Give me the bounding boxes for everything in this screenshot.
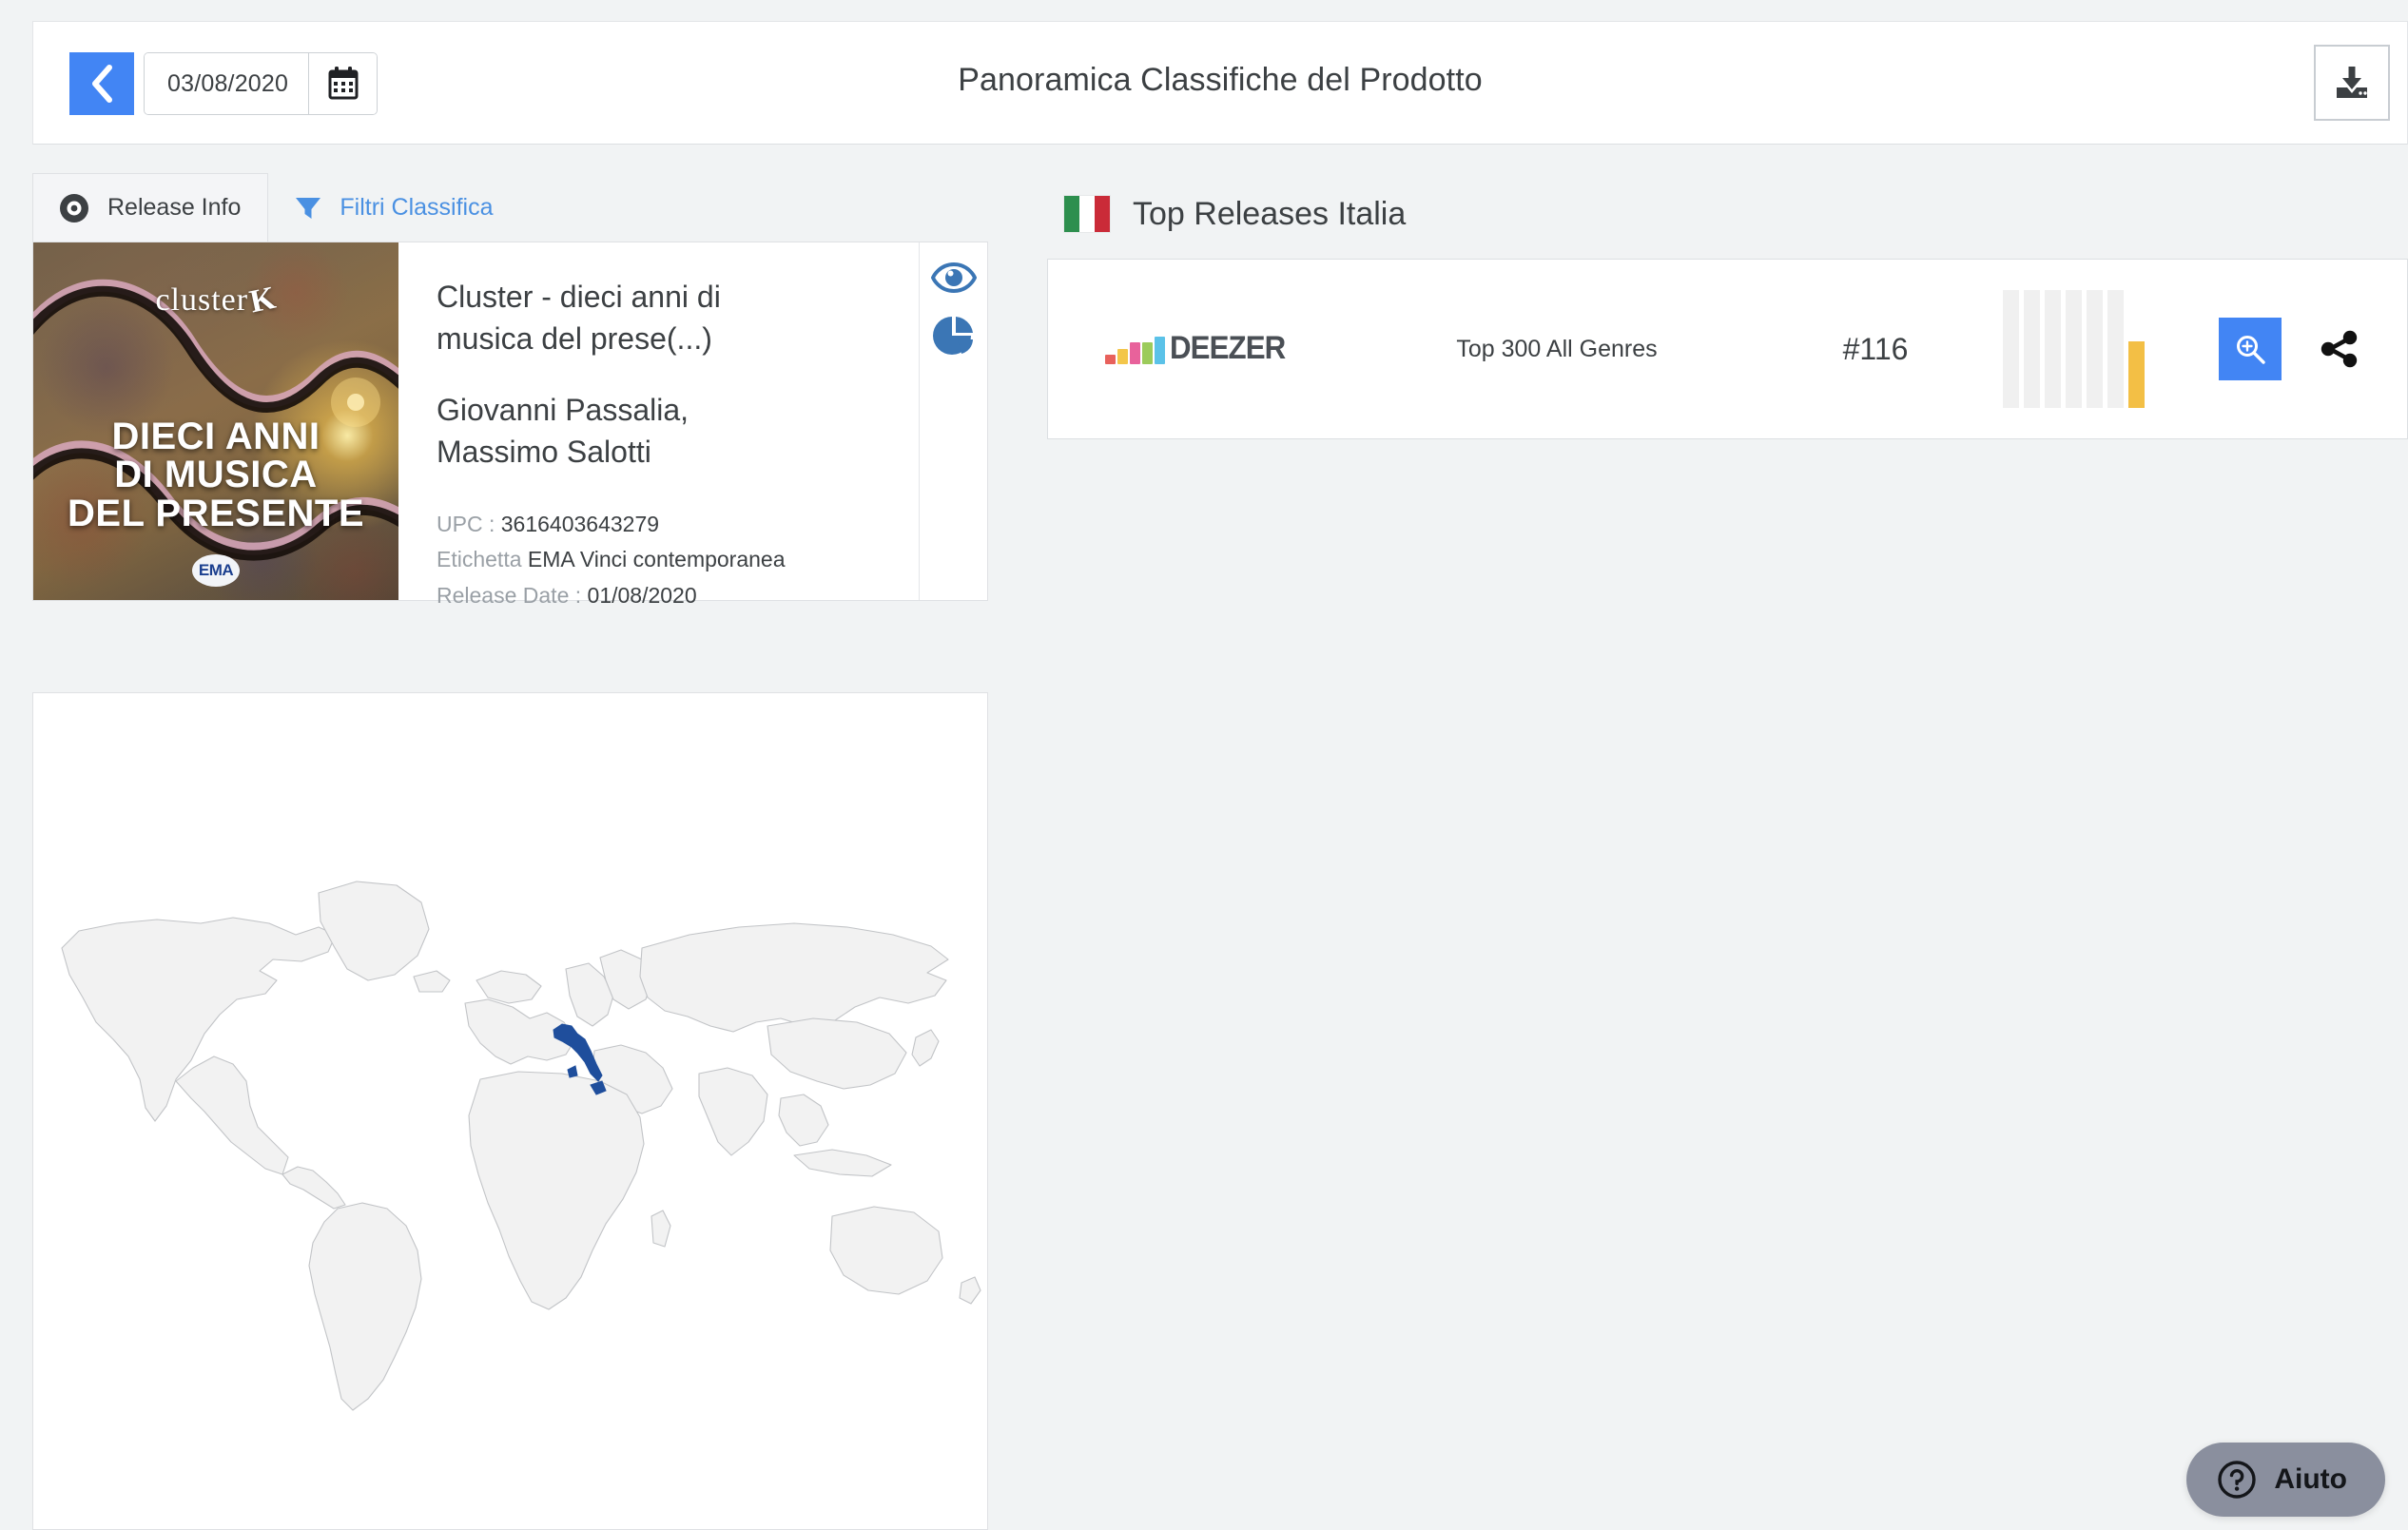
release-date-label: Release Date : xyxy=(437,582,582,608)
disc-icon xyxy=(60,193,88,223)
album-cover-title-line2: DI MUSICA xyxy=(114,454,318,496)
rank-sparkline xyxy=(1990,290,2237,408)
sparkline-bar xyxy=(2107,290,2124,408)
share-icon xyxy=(2321,330,2358,368)
release-date-value: 01/08/2020 xyxy=(587,582,697,608)
tab-bar: Release Info Filtri Classifica xyxy=(32,173,988,242)
release-upc-label: UPC : xyxy=(437,512,495,537)
help-widget-label: Aiuto xyxy=(2274,1463,2347,1495)
chart-rank: #116 xyxy=(1842,331,1909,366)
world-map-card[interactable] xyxy=(32,692,988,1530)
tab-release-info[interactable]: Release Info xyxy=(32,173,269,242)
tab-filtri-classifica[interactable]: Filtri Classifica xyxy=(268,173,520,242)
chart-row[interactable]: DEEZER Top 300 All Genres #116 xyxy=(1047,259,2408,439)
charts-panel-title: Top Releases Italia xyxy=(1133,195,1407,232)
release-info-card: clusterK DIECI ANNI DI MUSICA DEL PRESEN… xyxy=(32,242,988,608)
italy-flag-icon xyxy=(1064,196,1110,232)
left-column: Release Info Filtri Classifica clusterK … xyxy=(32,173,988,608)
world-map[interactable] xyxy=(33,836,988,1425)
tab-release-info-label: Release Info xyxy=(107,194,242,221)
download-icon xyxy=(2337,67,2367,98)
download-button[interactable] xyxy=(2314,45,2390,121)
release-title: Cluster - dieci anni di musica del prese… xyxy=(437,280,721,356)
page-title: Panoramica Classifiche del Prodotto xyxy=(958,62,1483,98)
top-bar: 03/08/2020 Panoramica Classifiche del Pr… xyxy=(32,21,2408,145)
zoom-in-button[interactable] xyxy=(2219,318,2282,380)
deezer-equalizer-icon xyxy=(1105,336,1166,364)
album-cover: clusterK DIECI ANNI DI MUSICA DEL PRESEN… xyxy=(33,242,398,600)
eye-icon[interactable] xyxy=(930,261,977,294)
sparkline-bar xyxy=(2045,290,2061,408)
release-label-label: Etichetta xyxy=(437,547,522,572)
release-upc: UPC : 3616403643279 xyxy=(437,507,949,542)
release-label-value: EMA Vinci contemporanea xyxy=(527,547,786,572)
deezer-wordmark: DEEZER xyxy=(1170,330,1286,367)
chart-row-actions xyxy=(2219,318,2363,380)
share-button[interactable] xyxy=(2316,325,2363,373)
release-action-rail xyxy=(919,242,987,600)
platform-logo: DEEZER xyxy=(1048,330,1352,367)
charts-panel: Top Releases Italia DEEZER Top 300 All G… xyxy=(1047,173,2408,439)
sparkline-bar xyxy=(2066,290,2082,408)
map-country-italy-sardinia xyxy=(567,1065,578,1078)
release-date: Release Date : 01/08/2020 xyxy=(437,578,949,613)
filter-icon xyxy=(296,197,321,219)
release-label: Etichetta EMA Vinci contemporanea xyxy=(437,542,949,577)
release-artists: Giovanni Passalia, Massimo Salotti xyxy=(437,393,689,469)
album-cover-publisher-logo: EMA xyxy=(192,554,240,587)
album-cover-title: DIECI ANNI DI MUSICA DEL PRESENTE xyxy=(33,415,398,535)
sparkline-bar xyxy=(2024,290,2040,408)
chart-name: Top 300 All Genres xyxy=(1456,335,1658,362)
question-circle-icon xyxy=(2218,1461,2257,1499)
tab-filtri-classifica-label: Filtri Classifica xyxy=(340,194,494,221)
zoom-in-icon xyxy=(2237,336,2265,364)
release-details: Cluster - dieci anni di musica del prese… xyxy=(398,242,987,608)
album-cover-brand: clusterK xyxy=(155,280,280,320)
release-meta: UPC : 3616403643279 Etichetta EMA Vinci … xyxy=(437,507,949,613)
release-upc-value: 3616403643279 xyxy=(500,512,660,537)
pie-chart-icon[interactable] xyxy=(932,315,975,357)
sparkline-bar xyxy=(2087,290,2103,408)
sparkline-bar xyxy=(2003,290,2019,408)
deezer-logo-icon: DEEZER xyxy=(1105,330,1295,367)
album-cover-title-line3: DEL PRESENTE xyxy=(68,493,364,535)
charts-panel-header: Top Releases Italia xyxy=(1047,173,2408,255)
album-cover-title-line1: DIECI ANNI xyxy=(111,415,320,457)
help-widget[interactable]: Aiuto xyxy=(2186,1443,2385,1517)
sparkline-bar-current xyxy=(2128,341,2145,408)
